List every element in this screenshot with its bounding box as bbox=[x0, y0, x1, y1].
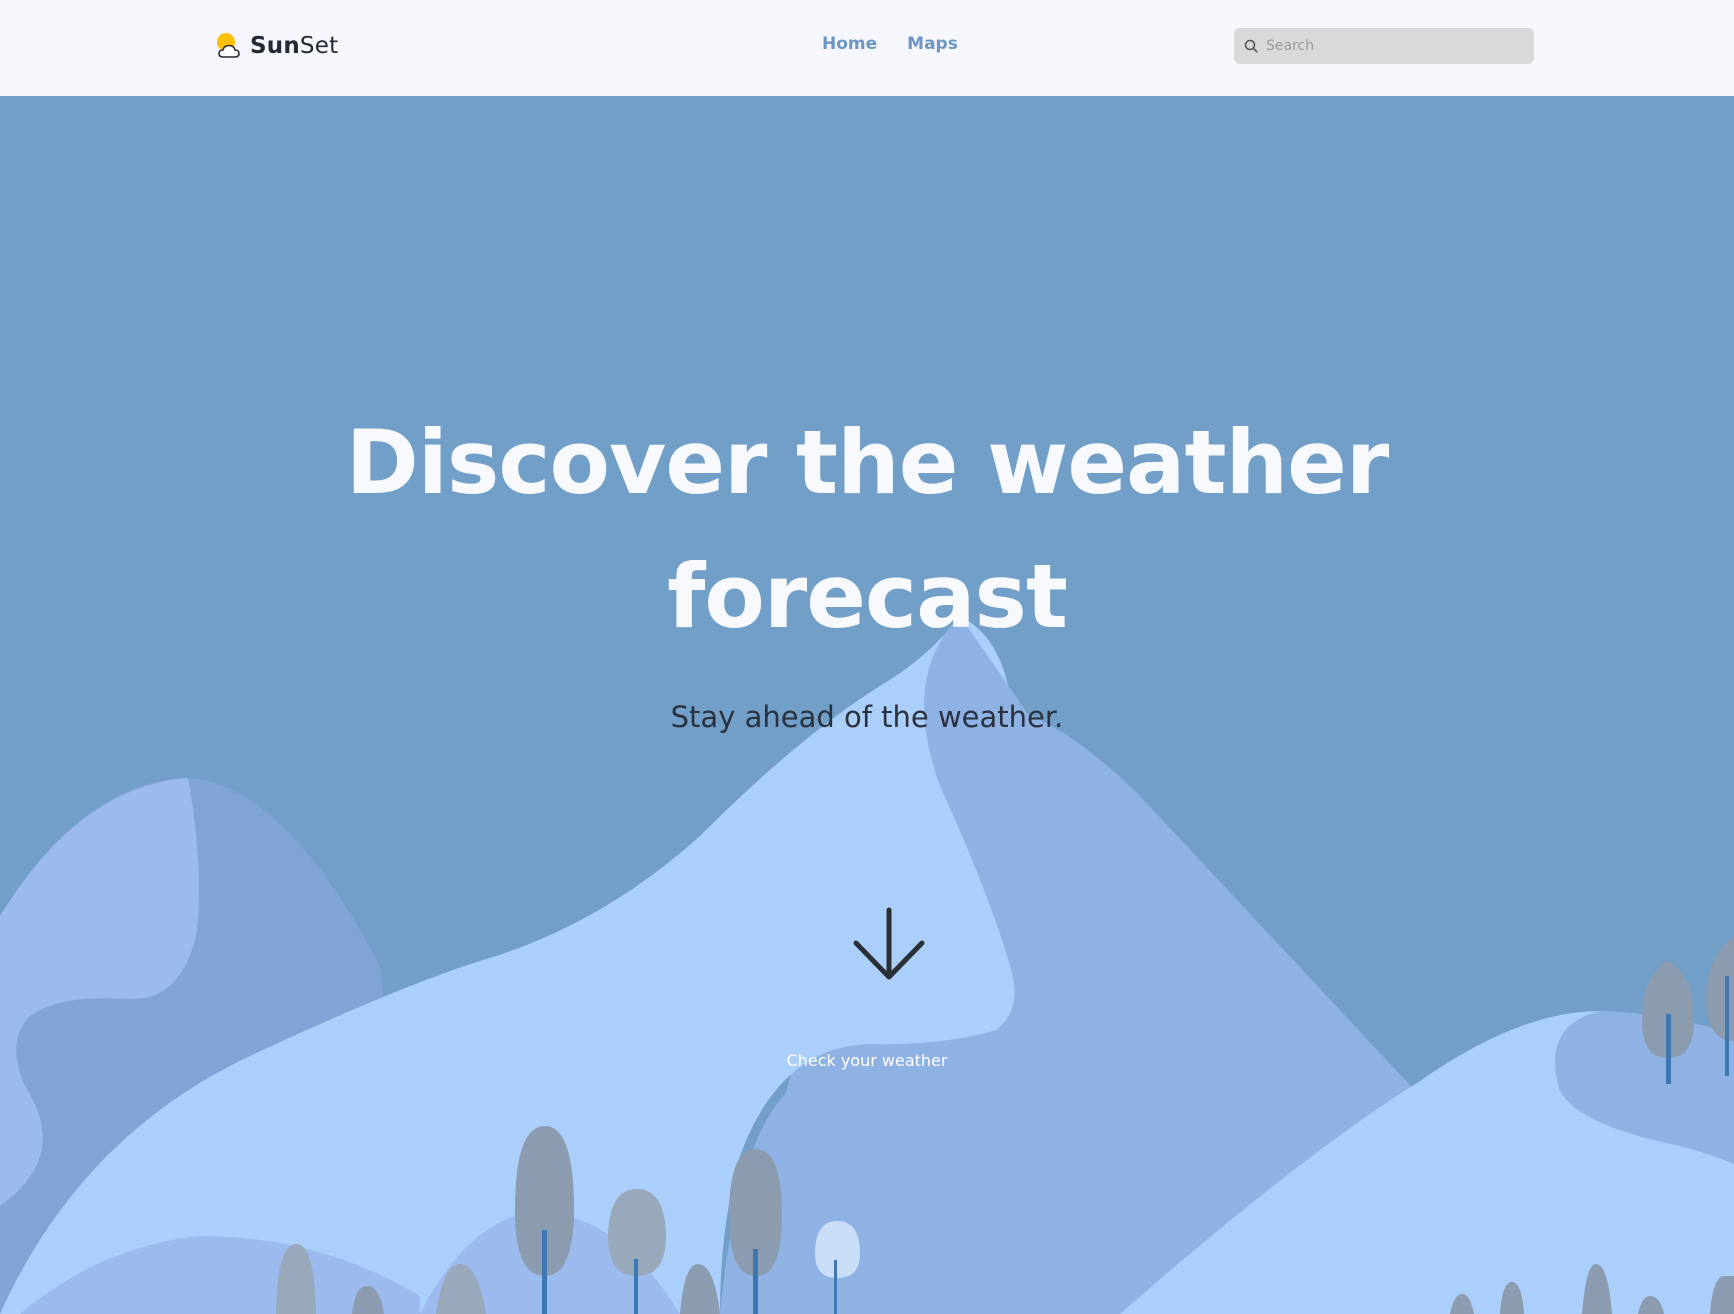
brand-name-bold: Sun bbox=[250, 33, 300, 59]
brand-logo[interactable]: SunSet bbox=[214, 27, 338, 65]
nav-link-maps[interactable]: Maps bbox=[907, 34, 958, 54]
hero-subtitle: Stay ahead of the weather. bbox=[670, 700, 1064, 734]
sun-cloud-icon bbox=[217, 33, 240, 58]
hero-title-line-1: Discover the weather bbox=[345, 411, 1390, 514]
search-icon bbox=[1244, 39, 1258, 53]
hero-title: Discover the weather forecast bbox=[0, 396, 1734, 664]
main-nav: Home Maps bbox=[822, 34, 958, 54]
search-box[interactable] bbox=[1234, 28, 1534, 64]
nav-link-home[interactable]: Home bbox=[822, 34, 877, 54]
arrow-down-icon[interactable] bbox=[852, 906, 926, 982]
brand-name: SunSet bbox=[250, 33, 338, 59]
check-weather-link[interactable]: Check your weather bbox=[0, 1051, 1734, 1070]
hero-section: Discover the weather forecast Stay ahead… bbox=[0, 96, 1734, 1314]
search-input[interactable] bbox=[1266, 38, 1516, 54]
navbar: SunSet Home Maps bbox=[0, 0, 1734, 96]
hero-title-line-2: forecast bbox=[667, 545, 1068, 648]
brand-name-rest: Set bbox=[299, 33, 339, 59]
